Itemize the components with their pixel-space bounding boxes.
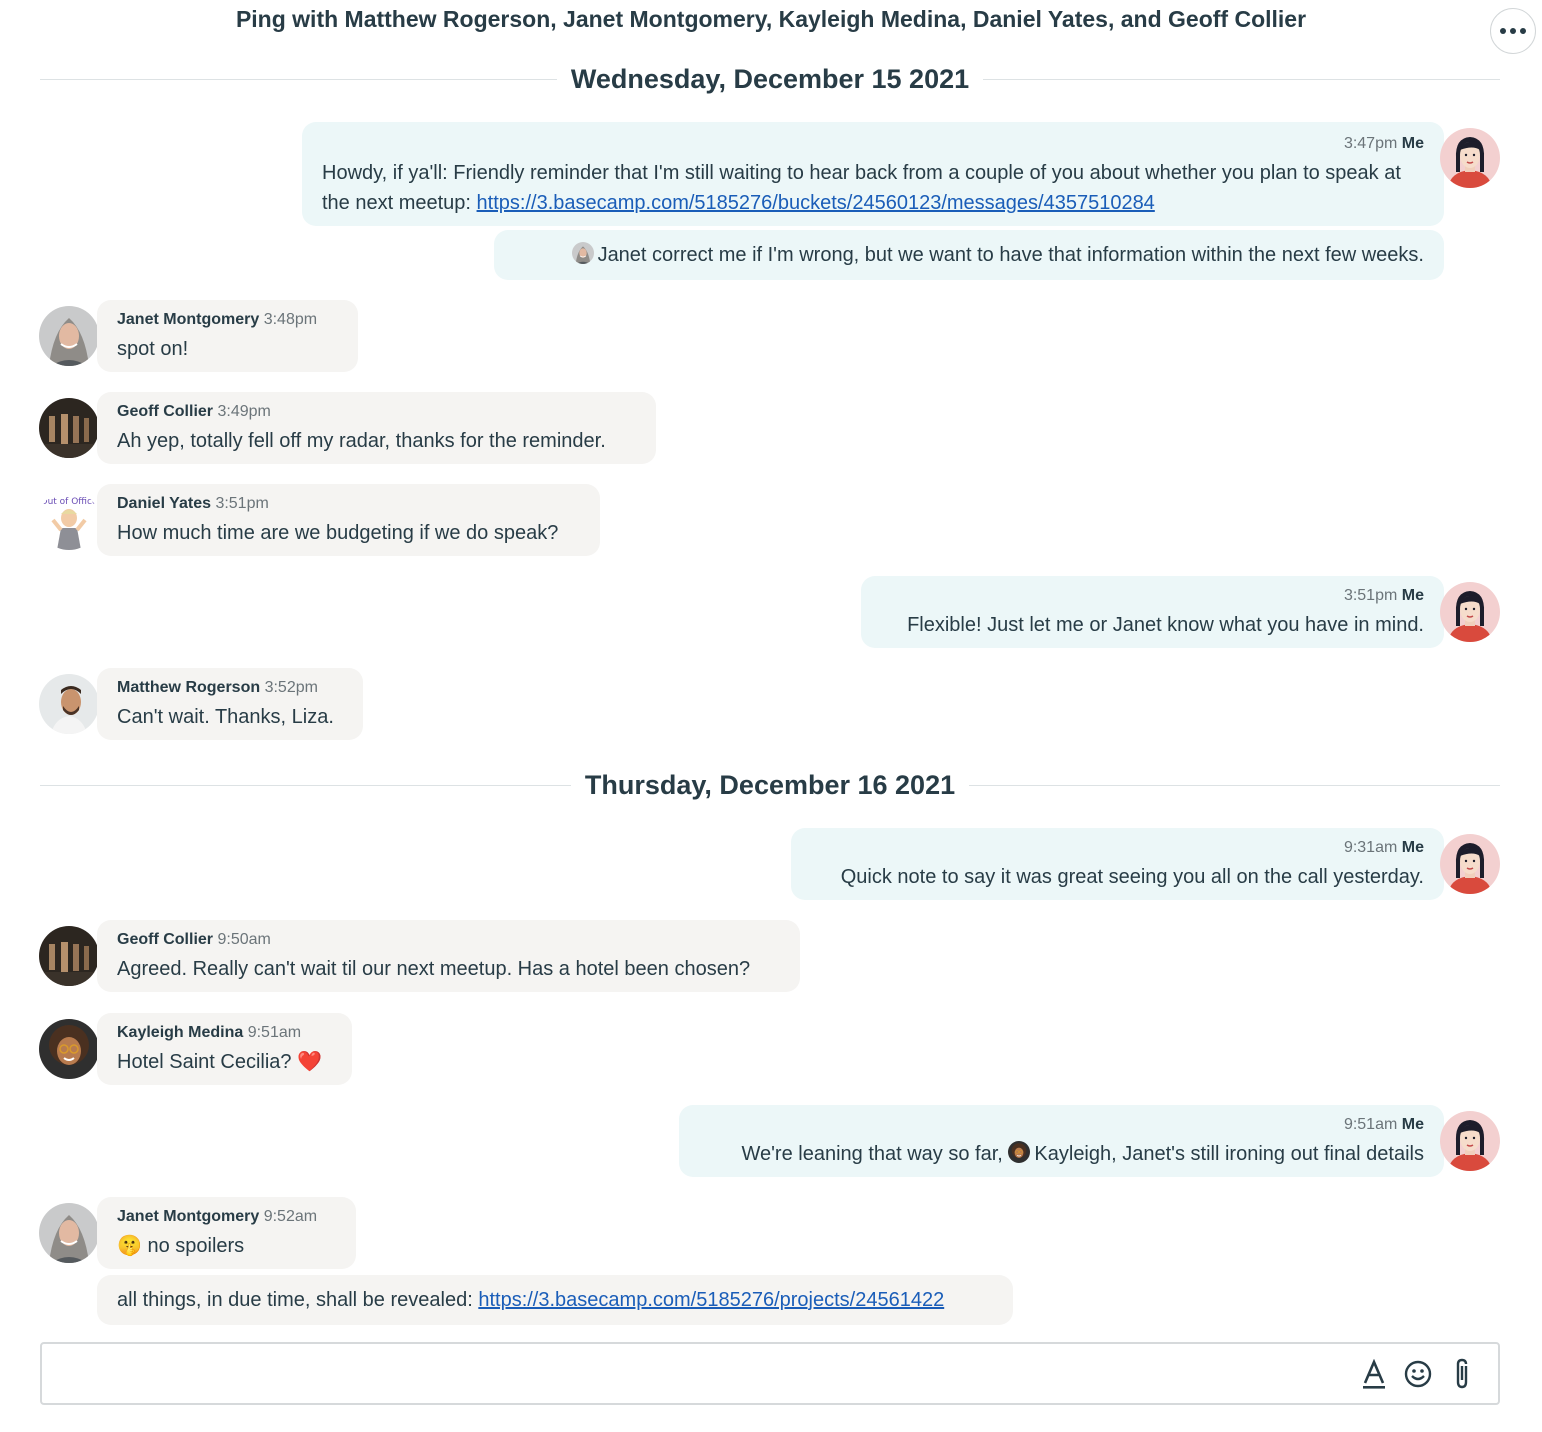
kayleigh-mention-avatar [1008,1141,1030,1163]
more-dot-icon [1520,28,1526,34]
message-text: How much time are we budgeting if we do … [117,522,559,544]
message-text: Can't wait. Thanks, Liza. [117,706,334,728]
message-sender: Matthew Rogerson [117,679,261,696]
more-dot-icon [1510,28,1516,34]
avatar-janet [39,1203,99,1263]
message-meta: 3:51pm Me [881,585,1424,607]
message-meta: Matthew Rogerson 3:52pm [117,677,343,699]
message-sender: Geoff Collier [117,403,214,420]
message-bubble: Janet Montgomery 9:52am 🤫 no spoilers [97,1197,356,1269]
message-body: Janet correct me if I'm wrong, but we wa… [597,244,1424,266]
message-link[interactable]: https://3.basecamp.com/5185276/buckets/2… [477,192,1155,214]
message-bubble-me: 3:47pm Me Howdy, if ya'll: Friendly remi… [302,122,1444,226]
message-text: Hotel Saint Cecilia? ❤️ [117,1051,322,1073]
message-sender: Daniel Yates [117,495,211,512]
message-bubble: Geoff Collier 3:49pm Ah yep, totally fel… [97,392,656,464]
message-bubble-me: 9:31am Me Quick note to say it was great… [791,828,1444,900]
avatar-me [1440,582,1500,642]
janet-mention-avatar [572,242,594,264]
message-text: all things, in due time, shall be reveal… [117,1285,993,1315]
avatar-me [1440,128,1500,188]
message-text: Janet correct me if I'm wrong, but we wa… [514,240,1424,270]
message-time: 9:50am [217,931,271,948]
avatar-me [1440,834,1500,894]
avatar-daniel [39,490,99,550]
message-text: We're leaning that way so far, Kayleigh,… [699,1139,1424,1169]
message-time: 3:47pm [1343,135,1398,152]
message-body: all things, in due time, shall be reveal… [117,1289,479,1311]
message-body: Kayleigh, Janet's still ironing out fina… [1034,1143,1424,1165]
avatar-geoff [39,926,99,986]
message-sender: Me [1401,839,1424,856]
message-composer[interactable] [40,1342,1500,1405]
message-sender: Geoff Collier [117,931,214,948]
avatar-kayleigh [39,1019,99,1079]
message-meta: Janet Montgomery 9:52am [117,1206,336,1228]
message-meta: 9:51am Me [699,1114,1424,1136]
avatar-matthew [39,674,99,734]
message-sender: Kayleigh Medina [117,1024,244,1041]
attachment-icon[interactable] [1448,1356,1476,1392]
message-time: 3:51pm [1343,587,1398,604]
message-link[interactable]: https://3.basecamp.com/5185276/projects/… [478,1289,944,1311]
message-time: 3:51pm [215,495,269,512]
composer-toolbar [1360,1356,1476,1392]
message-text: Ah yep, totally fell off my radar, thank… [117,430,606,452]
message-time: 3:49pm [217,403,271,420]
more-options-button[interactable] [1490,8,1536,54]
message-bubble-me: Janet correct me if I'm wrong, but we wa… [494,230,1444,280]
message-bubble: Janet Montgomery 3:48pm spot on! [97,300,358,372]
message-body: We're leaning that way so far, [741,1143,1009,1165]
message-bubble: Geoff Collier 9:50am Agreed. Really can'… [97,920,800,992]
more-dot-icon [1500,28,1506,34]
message-time: 3:52pm [264,679,318,696]
text-format-icon[interactable] [1360,1356,1388,1392]
day-label: Thursday, December 16 2021 [584,769,956,800]
divider-line [40,784,571,786]
divider-line [983,78,1501,80]
message-sender: Janet Montgomery [117,1208,260,1225]
message-meta: Janet Montgomery 3:48pm [117,309,338,331]
message-bubble: Kayleigh Medina 9:51am Hotel Saint Cecil… [97,1013,352,1085]
day-divider: Thursday, December 16 2021 [40,769,1501,800]
message-text: Quick note to say it was great seeing yo… [840,866,1424,888]
message-meta: Daniel Yates 3:51pm [117,493,580,515]
message-time: 9:31am [1343,839,1398,856]
message-text: spot on! [117,338,189,360]
message-time: 9:52am [263,1208,318,1225]
message-bubble-me: 3:51pm Me Flexible! Just let me or Janet… [861,576,1444,648]
message-sender: Janet Montgomery [117,311,260,328]
emoji-icon[interactable] [1404,1356,1432,1392]
message-meta: 9:31am Me [811,837,1424,859]
conversation-title: Ping with Matthew Rogerson, Janet Montgo… [235,6,1307,32]
message-bubble: Matthew Rogerson 3:52pm Can't wait. Than… [97,668,363,740]
message-bubble-me: 9:51am Me We're leaning that way so far,… [679,1105,1444,1177]
day-label: Wednesday, December 15 2021 [570,63,970,94]
message-time: 3:48pm [263,311,318,328]
message-meta: 3:47pm Me [322,133,1424,155]
avatar-geoff [39,398,99,458]
message-text: Howdy, if ya'll: Friendly reminder that … [322,158,1424,218]
divider-line [969,784,1501,786]
message-meta: Geoff Collier 3:49pm [117,401,636,423]
message-sender: Me [1401,135,1424,152]
avatar-me [1440,1111,1500,1171]
message-time: 9:51am [247,1024,302,1041]
message-bubble: Daniel Yates 3:51pm How much time are we… [97,484,600,556]
divider-line [40,78,557,80]
message-bubble: all things, in due time, shall be reveal… [97,1275,1013,1325]
message-time: 9:51am [1343,1116,1398,1133]
message-sender: Me [1401,587,1424,604]
message-meta: Geoff Collier 9:50am [117,929,780,951]
message-text: 🤫 no spoilers [117,1235,245,1257]
message-text: Flexible! Just let me or Janet know what… [907,614,1424,636]
message-meta: Kayleigh Medina 9:51am [117,1022,332,1044]
message-text: Agreed. Really can't wait til our next m… [117,958,751,980]
avatar-janet [39,306,99,366]
day-divider: Wednesday, December 15 2021 [40,63,1501,94]
message-sender: Me [1401,1116,1424,1133]
